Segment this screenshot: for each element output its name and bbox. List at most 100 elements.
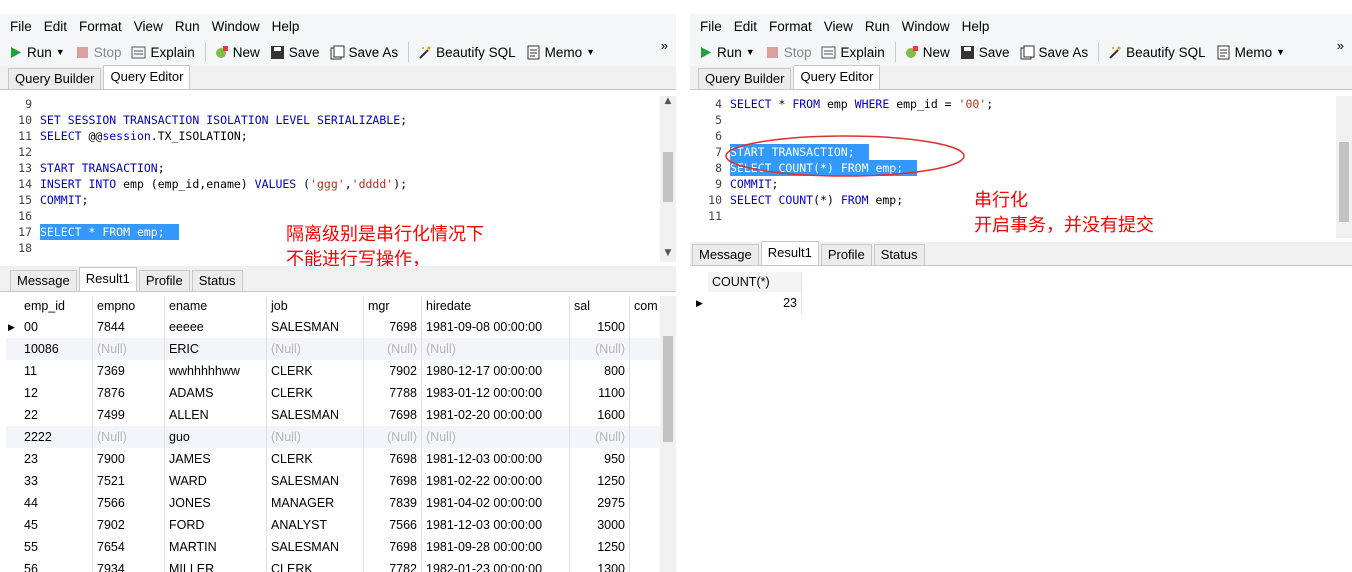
new-button[interactable]: New (214, 45, 260, 60)
table-cell[interactable]: 2222 (20, 426, 93, 448)
table-cell[interactable]: 1982-01-23 00:00:00 (422, 558, 570, 572)
memo-button[interactable]: Memo ▼ (526, 45, 595, 60)
table-cell[interactable]: MARTIN (165, 536, 267, 558)
table-cell[interactable]: 7844 (93, 316, 165, 338)
table-cell[interactable]: (Null) (364, 426, 422, 448)
table-cell[interactable]: wwhhhhhww (165, 360, 267, 382)
table-row[interactable]: 23 7900 JAMES CLERK 7698 1981-12-03 00:00:00 9… (6, 448, 660, 470)
table-cell[interactable]: CLERK (267, 382, 364, 404)
menu-view[interactable]: View (818, 19, 859, 34)
table-cell[interactable]: 7788 (364, 382, 422, 404)
table-cell[interactable]: 12 (20, 382, 93, 404)
code-line[interactable]: 12 (0, 144, 660, 160)
menu-format[interactable]: Format (763, 19, 818, 34)
table-cell[interactable]: 7698 (364, 470, 422, 492)
table-cell[interactable]: CLERK (267, 360, 364, 382)
table-cell[interactable]: 23 (708, 292, 802, 314)
table-cell[interactable]: 22 (20, 404, 93, 426)
tab-profile[interactable]: Profile (138, 270, 190, 291)
table-cell[interactable]: 00 (20, 316, 93, 338)
table-cell[interactable]: (Null) (364, 338, 422, 360)
save-button[interactable]: Save (270, 45, 320, 60)
table-cell[interactable]: MILLER (165, 558, 267, 572)
table-cell[interactable]: 2975 (570, 492, 630, 514)
menu-edit[interactable]: Edit (728, 19, 763, 34)
code-line[interactable]: 13 START TRANSACTION; (0, 160, 660, 176)
table-cell[interactable]: (Null) (570, 426, 630, 448)
table-cell[interactable]: SALESMAN (267, 536, 364, 558)
table-cell[interactable]: 44 (20, 492, 93, 514)
explain-button[interactable]: Explain (131, 45, 195, 60)
table-cell[interactable]: WARD (165, 470, 267, 492)
memo-button[interactable]: Memo ▼ (1216, 45, 1285, 60)
code-line[interactable]: 10 SET SESSION TRANSACTION ISOLATION LEVE… (0, 112, 660, 128)
table-cell[interactable]: 1981-04-02 00:00:00 (422, 492, 570, 514)
menu-help[interactable]: Help (266, 19, 306, 34)
code-line[interactable]: 11 SELECT @@session.TX_ISOLATION; (0, 128, 660, 144)
table-cell[interactable]: (Null) (267, 426, 364, 448)
chevron-down-icon[interactable]: ▼ (746, 47, 755, 57)
scroll-thumb[interactable] (1339, 142, 1349, 222)
table-cell[interactable]: (Null) (422, 338, 570, 360)
table-cell[interactable]: 7698 (364, 316, 422, 338)
table-row[interactable]: ▶ 00 7844 eeeee SALESMAN 7698 1981-09-08 00:00… (6, 316, 660, 338)
table-cell[interactable]: ALLEN (165, 404, 267, 426)
table-cell[interactable]: CLERK (267, 448, 364, 470)
table-cell[interactable]: 7782 (364, 558, 422, 572)
table-cell[interactable]: ANALYST (267, 514, 364, 536)
menu-file[interactable]: File (694, 19, 728, 34)
table-cell[interactable]: (Null) (93, 426, 165, 448)
beautify-sql-button[interactable]: Beautify SQL (1107, 45, 1206, 60)
beautify-sql-button[interactable]: Beautify SQL (417, 45, 516, 60)
table-cell[interactable]: 7698 (364, 448, 422, 470)
scroll-down-icon[interactable]: ▼ (660, 248, 676, 262)
column-header[interactable]: hiredate (422, 296, 570, 316)
chevron-down-icon[interactable]: ▼ (56, 47, 65, 57)
table-cell[interactable]: 7876 (93, 382, 165, 404)
table-cell[interactable]: 7839 (364, 492, 422, 514)
table-cell[interactable]: 7902 (93, 514, 165, 536)
table-cell[interactable]: MANAGER (267, 492, 364, 514)
menu-run[interactable]: Run (169, 19, 206, 34)
save-as-button[interactable]: Save As (1020, 45, 1088, 60)
table-cell[interactable]: SALESMAN (267, 316, 364, 338)
table-cell[interactable]: SALESMAN (267, 470, 364, 492)
column-header[interactable]: empno (93, 296, 165, 316)
table-cell[interactable]: 800 (570, 360, 630, 382)
editor-scrollbar[interactable] (1336, 96, 1352, 238)
tab-status[interactable]: Status (191, 270, 243, 291)
table-cell[interactable]: 7900 (93, 448, 165, 470)
column-header[interactable]: ename (165, 296, 267, 316)
tab-status[interactable]: Status (873, 244, 925, 265)
result-grid[interactable]: COUNT(*) ▶ 23 (694, 272, 1352, 572)
menu-file[interactable]: File (4, 19, 38, 34)
column-header[interactable]: com (630, 296, 660, 316)
table-cell[interactable]: 7369 (93, 360, 165, 382)
menu-format[interactable]: Format (73, 19, 128, 34)
scroll-up-icon[interactable]: ▲ (660, 96, 676, 110)
table-cell[interactable]: 23 (20, 448, 93, 470)
table-cell[interactable]: 56 (20, 558, 93, 572)
column-header[interactable]: emp_id (20, 296, 93, 316)
table-row[interactable]: 2222 (Null) guo (Null) (Null) (Null) (Null) (6, 426, 660, 448)
tab-result1[interactable]: Result1 (760, 241, 819, 265)
result-grid[interactable]: emp_id empno ename job mgr hiredate sal com ▶ 00 7… (6, 296, 660, 572)
tab-query-builder[interactable]: Query Builder (698, 68, 792, 89)
tab-result1[interactable]: Result1 (78, 267, 137, 291)
table-cell[interactable]: 7499 (93, 404, 165, 426)
table-cell[interactable]: (Null) (267, 338, 364, 360)
table-row[interactable]: 55 7654 MARTIN SALESMAN 7698 1981-09-28 00:00… (6, 536, 660, 558)
table-cell[interactable]: 7566 (93, 492, 165, 514)
menu-help[interactable]: Help (956, 19, 996, 34)
tab-message[interactable]: Message (10, 270, 77, 291)
column-header[interactable]: job (267, 296, 364, 316)
table-cell[interactable]: 7698 (364, 536, 422, 558)
code-line[interactable]: 5 (690, 112, 1336, 128)
tab-query-editor[interactable]: Query Editor (793, 65, 881, 89)
column-header[interactable]: mgr (364, 296, 422, 316)
new-button[interactable]: New (904, 45, 950, 60)
table-cell[interactable]: 7521 (93, 470, 165, 492)
table-cell[interactable]: 1980-12-17 00:00:00 (422, 360, 570, 382)
run-button[interactable]: Run ▼ (698, 45, 755, 60)
code-line[interactable]: 9 (0, 96, 660, 112)
